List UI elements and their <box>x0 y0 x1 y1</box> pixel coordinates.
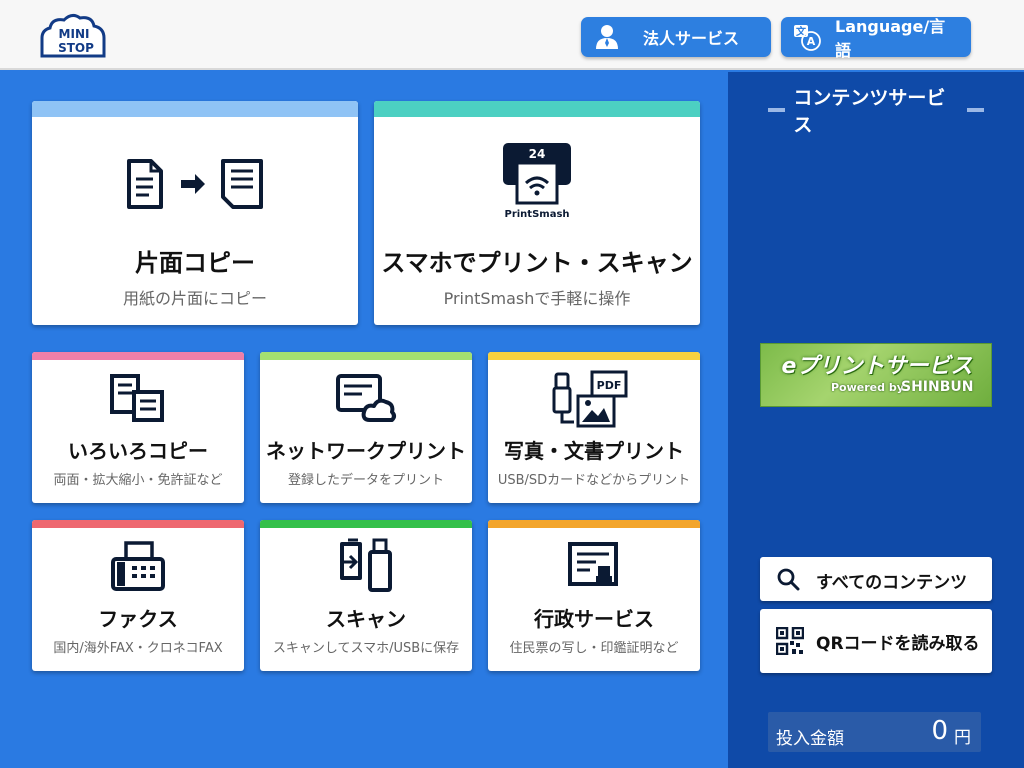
svg-text:PrintSmash: PrintSmash <box>504 209 569 219</box>
heading-text: コンテンツサービス <box>793 87 946 136</box>
card-accent-bar <box>260 352 472 360</box>
fax-icon <box>111 541 165 591</box>
contents-service-heading: コンテンツサービス <box>760 87 992 136</box>
scan-card[interactable]: スキャン スキャンしてスマホ/USBに保存 <box>260 520 472 671</box>
gov-service-icon <box>568 542 618 586</box>
person-icon <box>596 25 618 49</box>
svg-text:PDF: PDF <box>597 379 622 392</box>
fax-card[interactable]: ファクス 国内/海外FAX・クロネコFAX <box>32 520 244 671</box>
photo-document-icon: PDF <box>552 370 628 428</box>
card-subtitle: スキャンしてスマホ/USBに保存 <box>272 641 460 656</box>
network-print-card[interactable]: ネットワークプリント 登録したデータをプリント <box>260 352 472 503</box>
svg-text:文: 文 <box>796 25 807 38</box>
eprint-e: e <box>781 354 797 379</box>
inserted-amount-value: 0 <box>931 716 948 746</box>
smartphone-print-scan-card[interactable]: 24 PrintSmash スマホでプリント・スキャン PrintSmashで手… <box>374 101 700 325</box>
qr-read-label: QRコードを読み取る <box>816 634 980 654</box>
qr-read-button[interactable]: QRコードを読み取る <box>760 609 992 673</box>
card-title: ファクス <box>98 607 178 631</box>
card-accent-bar <box>32 352 244 360</box>
all-contents-label: すべてのコンテンツ <box>816 573 968 593</box>
search-icon <box>777 568 800 591</box>
card-subtitle: 両面・拡大縮小・免許証など <box>53 473 223 488</box>
all-contents-button[interactable]: すべてのコンテンツ <box>760 557 992 601</box>
inserted-amount-unit: 円 <box>954 728 971 748</box>
card-title: 写真・文書プリント <box>504 439 684 463</box>
card-accent-bar <box>374 101 700 117</box>
copy-arrow-icon <box>127 159 263 209</box>
qr-code-icon <box>776 627 804 655</box>
corporate-service-label: 法人サービス <box>643 29 740 48</box>
card-title: いろいろコピー <box>68 439 208 463</box>
government-service-card[interactable]: 行政サービス 住民票の写し・印鑑証明など <box>488 520 700 671</box>
various-copy-icon <box>110 374 164 422</box>
eprint-title: eプリントサービス <box>769 348 985 380</box>
card-subtitle: 国内/海外FAX・クロネコFAX <box>53 641 223 656</box>
eprint-powered-by: Powered by <box>831 381 904 394</box>
inserted-amount-label: 投入金額 <box>776 729 844 749</box>
card-accent-bar <box>488 352 700 360</box>
network-print-icon <box>336 374 396 422</box>
card-subtitle: 住民票の写し・印鑑証明など <box>509 641 679 656</box>
main-menu-area: 片面コピー 用紙の片面にコピー 24 PrintSmash スマホでプリント・ス… <box>0 72 728 768</box>
language-button[interactable]: 文 A Language/言語 <box>781 17 971 60</box>
photo-document-print-card[interactable]: PDF 写真・文書プリント USB/SDカードなどからプリント <box>488 352 700 503</box>
translate-icon: 文 A <box>794 25 821 51</box>
single-side-copy-card[interactable]: 片面コピー 用紙の片面にコピー <box>32 101 358 325</box>
eprint-shinbun: SHINBUN <box>901 379 974 395</box>
inserted-amount-display: 投入金額 0 円 <box>768 712 981 752</box>
card-subtitle: PrintSmashで手軽に操作 <box>443 289 631 308</box>
language-label: Language/言語 <box>835 17 946 60</box>
svg-text:A: A <box>807 35 816 48</box>
card-accent-bar <box>488 520 700 528</box>
ministop-logo: MINI STOP <box>40 13 106 58</box>
svg-text:MINI: MINI <box>59 27 90 41</box>
card-title: スマホでプリント・スキャン <box>381 249 693 277</box>
card-title: 行政サービス <box>534 607 654 631</box>
svg-text:24: 24 <box>529 147 546 161</box>
scan-icon <box>340 538 392 592</box>
header-bar: MINI STOP 法人サービス 文 A Language/言語 <box>0 0 1024 70</box>
card-subtitle: 登録したデータをプリント <box>287 473 444 488</box>
corporate-service-button[interactable]: 法人サービス <box>581 17 771 57</box>
various-copy-card[interactable]: いろいろコピー 両面・拡大縮小・免許証など <box>32 352 244 503</box>
heading-dash <box>966 108 984 112</box>
card-accent-bar <box>32 520 244 528</box>
printsmash-icon: 24 PrintSmash <box>503 143 571 219</box>
svg-text:STOP: STOP <box>58 41 94 55</box>
eprint-service-banner[interactable]: eプリントサービス Powered by SHINBUN <box>760 343 992 407</box>
card-title: ネットワークプリント <box>266 439 466 463</box>
heading-dash <box>768 108 786 112</box>
card-accent-bar <box>32 101 358 117</box>
card-subtitle: 用紙の片面にコピー <box>122 289 267 308</box>
card-accent-bar <box>260 520 472 528</box>
card-title: スキャン <box>326 607 406 631</box>
card-subtitle: USB/SDカードなどからプリント <box>497 473 691 488</box>
eprint-title-text: プリントサービス <box>796 354 973 379</box>
card-title: 片面コピー <box>135 249 255 277</box>
sidebar: コンテンツサービス eプリントサービス Powered by SHINBUN す… <box>728 72 1024 768</box>
